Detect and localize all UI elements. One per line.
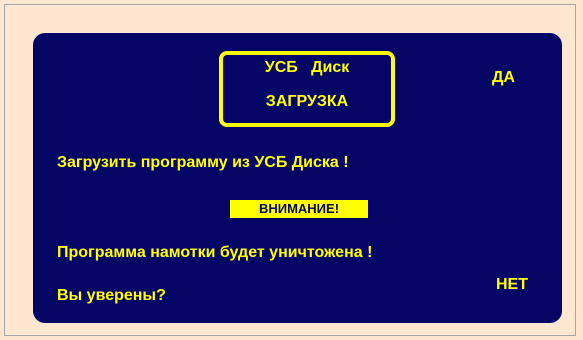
- no-button[interactable]: НЕТ: [496, 277, 528, 293]
- warning-badge: ВНИМАНИЕ!: [230, 200, 368, 218]
- load-message: Загрузить программу из УСБ Диска !: [57, 154, 349, 171]
- consequence-message: Программа намотки будет уничтожена !: [57, 244, 373, 261]
- confirm-question: Вы уверены?: [57, 287, 166, 304]
- yes-button[interactable]: ДА: [492, 70, 515, 86]
- dialog-title-action: ЗАГРУЗКА: [265, 93, 349, 110]
- dialog-title-source: УСБ Диск: [264, 59, 350, 76]
